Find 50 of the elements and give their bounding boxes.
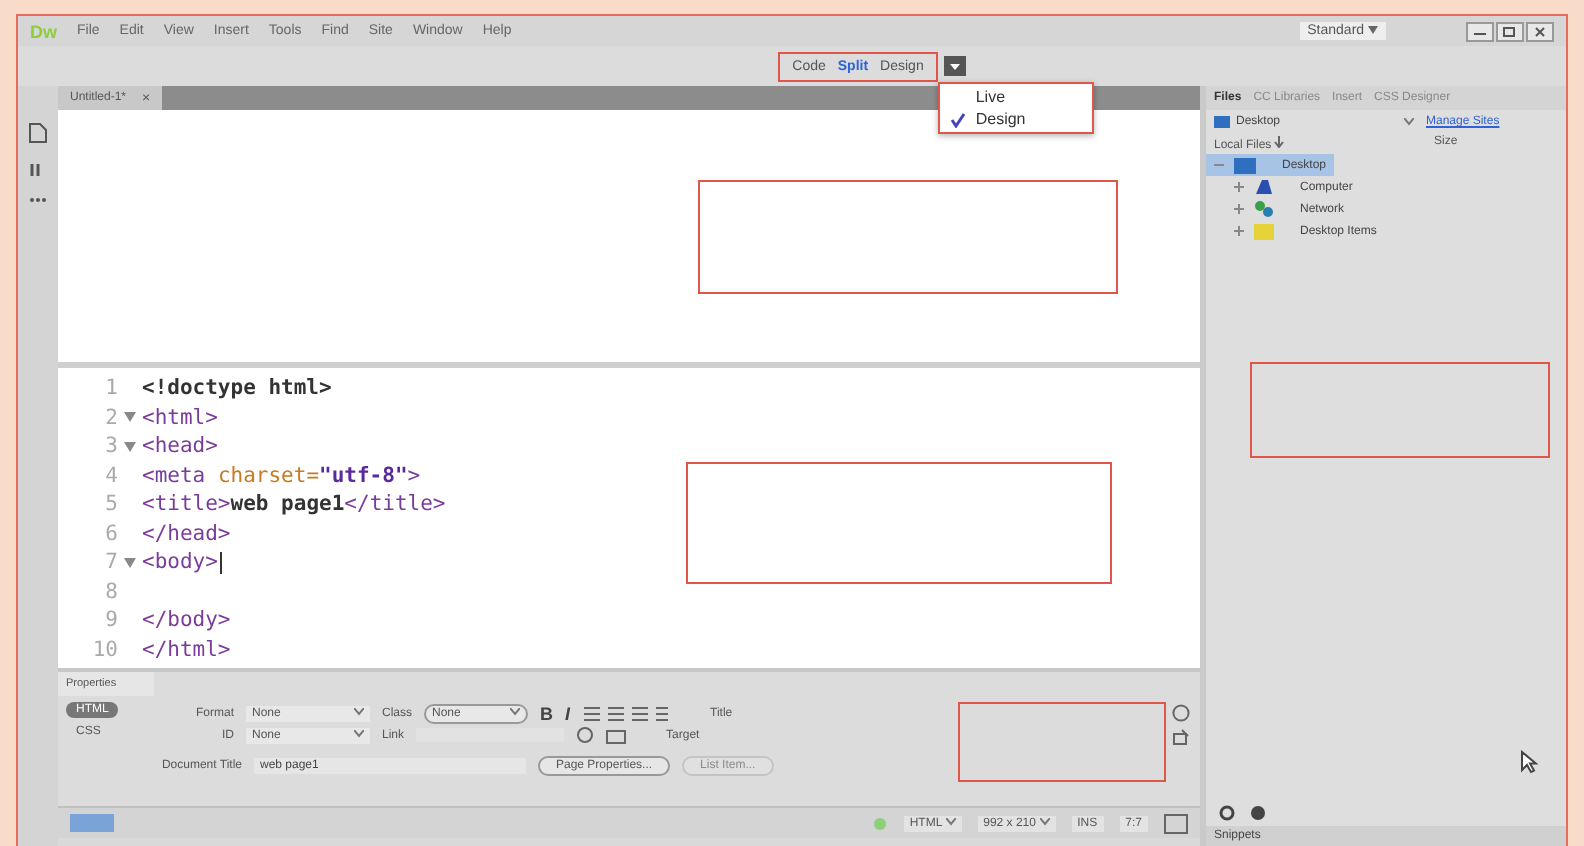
code-line: <!doctype html> bbox=[142, 376, 332, 401]
fold-arrow-icon[interactable] bbox=[124, 441, 136, 452]
app-logo: Dw bbox=[30, 21, 57, 41]
expand-icon[interactable] bbox=[1234, 182, 1244, 192]
code-line: <meta charset="utf-8"> bbox=[142, 463, 421, 488]
code-line: </body> bbox=[142, 608, 231, 633]
list-format-icons[interactable] bbox=[582, 706, 671, 722]
sort-arrow-icon bbox=[1274, 136, 1285, 148]
expand-icon[interactable] bbox=[1234, 226, 1244, 236]
menu-item[interactable]: Live bbox=[939, 86, 1092, 108]
mouse-pointer-icon bbox=[1520, 750, 1538, 774]
line-number: 10 bbox=[90, 637, 118, 662]
italic-button[interactable]: I bbox=[565, 704, 571, 724]
code-line: <head> bbox=[142, 434, 218, 459]
edit-icon[interactable] bbox=[1172, 728, 1190, 746]
line-number: 5 bbox=[103, 492, 118, 517]
chevron-icon bbox=[354, 729, 364, 737]
menu-item-label: Live bbox=[975, 88, 1006, 106]
bold-button[interactable]: B bbox=[540, 704, 554, 724]
restore-icon[interactable] bbox=[1496, 21, 1524, 41]
fold-arrow-icon[interactable] bbox=[124, 557, 136, 568]
chevron-icon bbox=[945, 817, 956, 825]
close-icon[interactable] bbox=[1526, 21, 1554, 41]
document-icon[interactable] bbox=[28, 122, 48, 144]
line-number: 2 bbox=[103, 405, 118, 430]
network-icon bbox=[1254, 200, 1274, 218]
line-number: 6 bbox=[103, 521, 118, 546]
line-number: 9 bbox=[103, 608, 118, 633]
code-line: </head> bbox=[142, 521, 231, 546]
code-line: </html> bbox=[142, 637, 231, 662]
more-icon[interactable] bbox=[28, 196, 48, 204]
line-number: 4 bbox=[103, 463, 118, 488]
menu-item[interactable]: Design bbox=[939, 108, 1092, 130]
minimize-icon[interactable] bbox=[1466, 21, 1494, 41]
line-number: 8 bbox=[103, 579, 118, 604]
desktop-icon bbox=[1234, 157, 1256, 173]
menu-item-label: Design bbox=[975, 110, 1026, 128]
chevron-icon bbox=[354, 708, 364, 716]
code-line: <body> bbox=[142, 550, 218, 575]
chevron-icon bbox=[1039, 817, 1050, 825]
code-line: <html> bbox=[142, 405, 218, 430]
line-number: 7 bbox=[103, 550, 118, 575]
fold-arrow-icon[interactable] bbox=[124, 412, 136, 423]
caret-icon bbox=[1368, 26, 1378, 34]
line-number: 3 bbox=[103, 434, 118, 459]
chevron-icon bbox=[510, 708, 521, 716]
line-number: 1 bbox=[103, 376, 118, 401]
expand-icon[interactable] bbox=[1234, 204, 1244, 214]
chevron-icon bbox=[1404, 118, 1414, 126]
code-line: <title>web page1</title> bbox=[142, 492, 446, 517]
